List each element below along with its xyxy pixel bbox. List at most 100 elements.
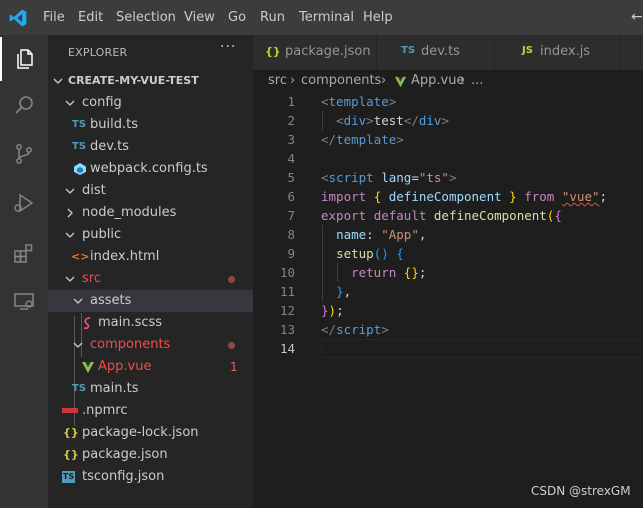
- menu-run[interactable]: Run: [260, 10, 285, 25]
- tab-package-json[interactable]: {} package.json: [253, 35, 377, 70]
- search-icon[interactable]: [0, 83, 48, 127]
- typescript-file-icon: TS: [72, 383, 87, 394]
- tsconfig-file-icon: TS: [62, 471, 75, 483]
- tree-item-label: public: [82, 227, 122, 242]
- code-token: div: [343, 113, 367, 128]
- code-token: return: [351, 265, 397, 280]
- code-line: setup() {: [321, 244, 404, 263]
- activity-bar: [0, 35, 48, 508]
- breadcrumb-more[interactable]: ...: [471, 73, 483, 88]
- tab-overflow[interactable]: [620, 35, 643, 70]
- explorer-icon[interactable]: [0, 37, 48, 81]
- code-token: export: [321, 208, 367, 223]
- code-token: import: [321, 189, 367, 204]
- code-token: }: [321, 303, 329, 318]
- menu-go[interactable]: Go: [228, 10, 246, 25]
- tree-item-webpack-config[interactable]: webpack.config.ts: [48, 158, 253, 180]
- code-token: default: [373, 208, 427, 223]
- code-token: }: [336, 284, 344, 299]
- breadcrumb-app-vue[interactable]: App.vue: [411, 73, 464, 88]
- tree-item-config[interactable]: config: [48, 92, 253, 114]
- webpack-file-icon: [74, 163, 86, 175]
- line-number: 7: [287, 208, 295, 223]
- remote-explorer-icon[interactable]: [0, 279, 48, 323]
- tree-item-public[interactable]: public: [48, 224, 253, 246]
- code-token: script: [328, 170, 374, 185]
- tab-dev-ts[interactable]: TS dev.ts: [377, 35, 495, 70]
- explorer-sidebar: EXPLORER ··· CREATE-MY-VUE-TEST config T…: [48, 35, 253, 508]
- line-number: 9: [287, 246, 295, 261]
- tab-label: package.json: [285, 44, 371, 59]
- line-number: 14: [279, 341, 295, 356]
- source-control-icon[interactable]: [0, 132, 48, 176]
- tree-item-main-scss[interactable]: main.scss: [48, 312, 253, 334]
- code-token: script: [336, 322, 382, 337]
- tree-item-label: dist: [82, 183, 106, 198]
- breadcrumb-components[interactable]: components: [301, 73, 381, 88]
- tree-item-build-ts[interactable]: TS build.ts: [48, 114, 253, 136]
- line-number: 12: [279, 303, 295, 318]
- tree-item-npmrc[interactable]: .npmrc: [48, 400, 253, 422]
- code-token: >: [381, 322, 389, 337]
- code-line: <div>test</div>: [321, 111, 449, 130]
- tree-item-dev-ts[interactable]: TS dev.ts: [48, 136, 253, 158]
- tree-item-dist[interactable]: dist: [48, 180, 253, 202]
- code-token: <: [321, 94, 329, 109]
- modified-dot-icon: [228, 342, 235, 349]
- tree-item-index-html[interactable]: <> index.html: [48, 246, 253, 268]
- menu-selection[interactable]: Selection: [116, 10, 176, 25]
- code-token: >: [388, 94, 397, 109]
- menu-terminal[interactable]: Terminal: [299, 10, 354, 25]
- more-actions-icon[interactable]: ···: [220, 39, 236, 55]
- tree-root[interactable]: CREATE-MY-VUE-TEST: [48, 70, 253, 92]
- tree-root-label: CREATE-MY-VUE-TEST: [68, 74, 199, 87]
- javascript-file-icon: JS: [522, 45, 533, 56]
- code-editor[interactable]: 1 2 3 4 5 6 7 8 9 10 11 12 13 14 <template> <div>test…: [253, 92, 643, 508]
- back-arrow-icon[interactable]: ←: [631, 9, 643, 25]
- tab-index-js[interactable]: JS index.js: [495, 35, 620, 70]
- tree-item-src[interactable]: src: [48, 268, 253, 290]
- tree-item-label: App.vue: [98, 359, 152, 374]
- tree-item-app-vue[interactable]: App.vue 1: [48, 356, 253, 378]
- typescript-file-icon: TS: [72, 141, 87, 152]
- breadcrumb-src[interactable]: src: [268, 73, 287, 88]
- menu-help[interactable]: Help: [363, 10, 393, 25]
- tree-item-label: tsconfig.json: [82, 469, 165, 484]
- code-token: "ts": [418, 170, 449, 185]
- chevron-down-icon: [73, 342, 83, 348]
- menu-view[interactable]: View: [184, 10, 215, 25]
- menu-edit[interactable]: Edit: [78, 10, 103, 25]
- code-line: return {};: [321, 263, 426, 282]
- tree-item-label: index.html: [90, 249, 160, 264]
- code-line: </script>: [321, 320, 389, 339]
- tree-item-tsconfig-json[interactable]: TS tsconfig.json: [48, 466, 253, 488]
- tree-item-package-json[interactable]: {} package.json: [48, 444, 253, 466]
- tab-label: dev.ts: [421, 44, 460, 59]
- tree-item-components[interactable]: components: [48, 334, 253, 356]
- code-token: </: [321, 322, 337, 337]
- vue-file-icon: [82, 362, 94, 373]
- menu-file[interactable]: File: [43, 10, 65, 25]
- code-token: >: [441, 113, 449, 128]
- tree-item-package-lock-json[interactable]: {} package-lock.json: [48, 422, 253, 444]
- tree-item-label: components: [90, 337, 171, 352]
- code-token: ): [328, 303, 337, 318]
- code-token: :: [366, 227, 382, 242]
- tree-item-main-ts[interactable]: TS main.ts: [48, 378, 253, 400]
- modified-dot-icon: [228, 276, 235, 283]
- line-number: 8: [287, 227, 295, 242]
- extensions-icon[interactable]: [0, 231, 48, 275]
- tree-item-node-modules[interactable]: node_modules: [48, 202, 253, 224]
- tree-item-assets[interactable]: assets: [48, 290, 253, 312]
- tree-item-label: webpack.config.ts: [90, 161, 208, 176]
- run-debug-icon[interactable]: [0, 181, 48, 225]
- code-line: <template>: [321, 92, 396, 111]
- code-token: }: [509, 189, 517, 204]
